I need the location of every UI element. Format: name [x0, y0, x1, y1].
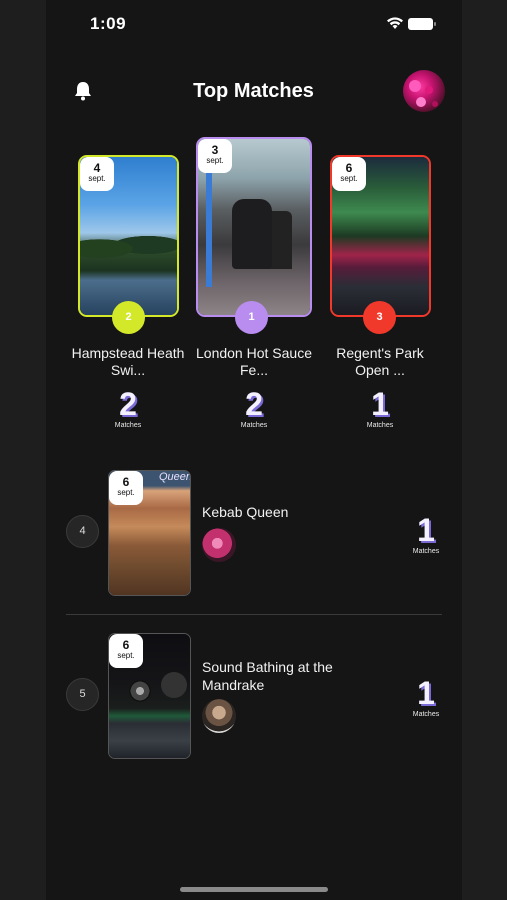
date-badge: 4 sept. [80, 157, 114, 191]
matches-label: Matches [240, 422, 268, 429]
date-badge: 3 sept. [198, 139, 232, 173]
match-count: 2 [119, 386, 137, 422]
event-thumbnail[interactable]: 6 sept. [108, 633, 191, 759]
profile-avatar[interactable] [403, 70, 445, 112]
attendee-avatar[interactable] [202, 699, 236, 733]
event-title[interactable]: Sound Bathing at the Mandrake [202, 658, 362, 694]
left-margin [0, 0, 46, 900]
top-card-regents-park[interactable]: 6 sept. [330, 155, 431, 317]
date-day: 6 [122, 638, 130, 652]
date-month: sept. [117, 488, 135, 497]
event-name[interactable]: Hampstead Heath Swi... [68, 345, 188, 379]
matches-label: Matches [366, 422, 394, 429]
battery-icon [408, 18, 436, 30]
screen [46, 0, 462, 900]
date-day: 6 [122, 475, 130, 489]
attendee-avatar[interactable] [202, 528, 236, 562]
date-month: sept. [117, 651, 135, 660]
rank-badge: 1 [235, 301, 268, 334]
date-day: 3 [211, 143, 219, 157]
match-count: 1 [417, 512, 435, 548]
rank-badge: 2 [112, 301, 145, 334]
rank-badge: 3 [363, 301, 396, 334]
date-badge: 6 sept. [332, 157, 366, 191]
event-name[interactable]: London Hot Sauce Fe... [194, 345, 314, 379]
event-thumbnail[interactable]: 6 sept. [108, 470, 191, 596]
date-badge: 6 sept. [109, 471, 143, 505]
matches-label: Matches [412, 711, 440, 718]
wifi-icon [387, 17, 403, 29]
date-month: sept. [340, 174, 358, 183]
match-count: 1 [371, 386, 389, 422]
date-month: sept. [88, 174, 106, 183]
rank-badge: 4 [66, 515, 99, 548]
match-count: 2 [245, 386, 263, 422]
date-day: 4 [93, 161, 101, 175]
date-day: 6 [345, 161, 353, 175]
status-time: 1:09 [90, 14, 127, 33]
match-count: 1 [417, 675, 435, 711]
right-margin [462, 0, 507, 900]
status-icons [386, 16, 436, 32]
home-indicator[interactable] [180, 887, 328, 892]
top-card-hampstead[interactable]: 4 sept. [78, 155, 179, 317]
event-name[interactable]: Regent's Park Open ... [320, 345, 440, 379]
date-month: sept. [206, 156, 224, 165]
top-card-london-hot-sauce[interactable]: 3 sept. [196, 137, 312, 317]
date-badge: 6 sept. [109, 634, 143, 668]
event-title[interactable]: Kebab Queen [202, 503, 362, 521]
divider [66, 614, 442, 615]
rank-badge: 5 [66, 678, 99, 711]
matches-label: Matches [412, 548, 440, 555]
matches-label: Matches [114, 422, 142, 429]
